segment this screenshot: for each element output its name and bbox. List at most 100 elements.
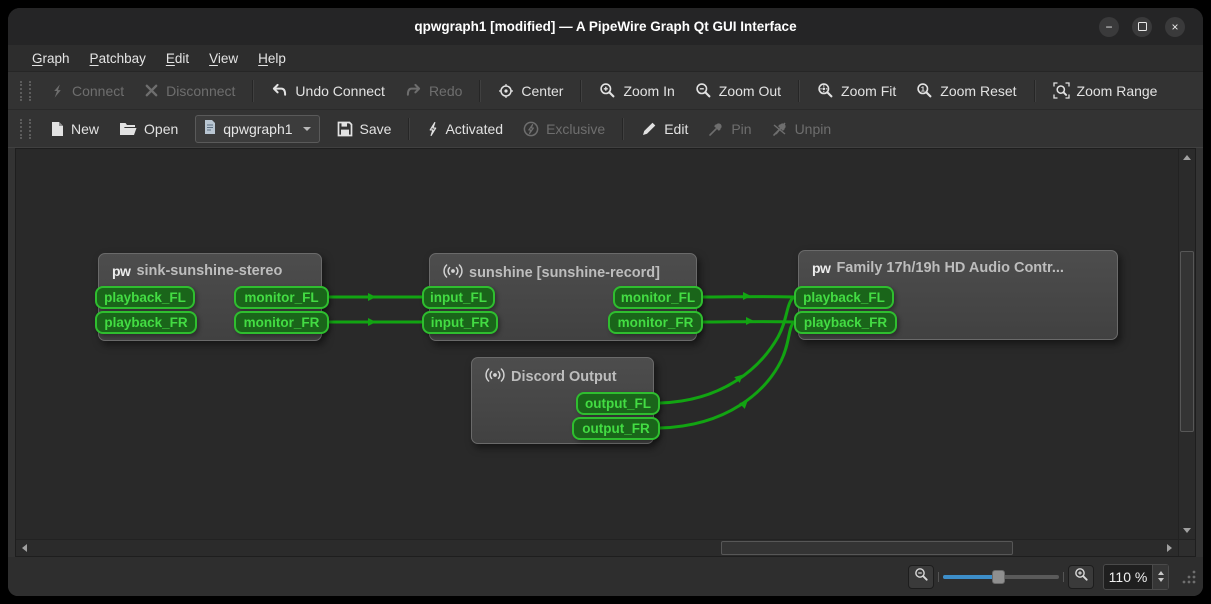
horizontal-scroll-thumb[interactable] bbox=[721, 541, 1013, 555]
close-button[interactable]: × bbox=[1165, 17, 1185, 37]
scroll-right-button[interactable] bbox=[1162, 540, 1178, 556]
menu-graph[interactable]: Graph bbox=[22, 45, 80, 71]
save-button[interactable]: Save bbox=[328, 114, 401, 143]
undo-connect-button[interactable]: Undo Connect bbox=[262, 76, 394, 105]
open-folder-icon bbox=[119, 122, 137, 136]
unpin-button[interactable]: Unpin bbox=[763, 114, 841, 143]
port-monitor-fl[interactable]: monitor_FL bbox=[613, 286, 703, 309]
toolbar-separator bbox=[622, 118, 624, 140]
titlebar[interactable]: qpwgraph1 [modified] — A PipeWire Graph … bbox=[8, 8, 1203, 45]
zoom-reset-button[interactable]: 1 Zoom Reset bbox=[907, 76, 1025, 105]
horizontal-scrollbar[interactable] bbox=[16, 540, 1178, 556]
node-title: sunshine [sunshine-record] bbox=[469, 265, 660, 281]
edge-arrow bbox=[739, 398, 750, 409]
zoom-percent-spinbox[interactable]: 110 % bbox=[1103, 564, 1169, 590]
maximize-button[interactable] bbox=[1132, 17, 1152, 37]
zoom-range-button[interactable]: Zoom Range bbox=[1044, 76, 1167, 105]
stream-icon bbox=[485, 367, 505, 387]
graph-toolbar: Connect Disconnect Undo Connect Redo Cen… bbox=[8, 72, 1203, 110]
port-playback-fl[interactable]: playback_FL bbox=[95, 286, 195, 309]
node-title: sink-sunshine-stereo bbox=[136, 263, 282, 279]
window-resize-grip[interactable] bbox=[1182, 570, 1196, 589]
port-monitor-fr[interactable]: monitor_FR bbox=[234, 311, 329, 334]
spinbox-arrows[interactable] bbox=[1152, 565, 1168, 589]
pin-icon bbox=[708, 121, 724, 137]
svg-text:1: 1 bbox=[921, 84, 925, 93]
toolbar-grip[interactable] bbox=[20, 81, 31, 101]
statusbar-zoom-in-button[interactable] bbox=[1068, 565, 1094, 589]
scrollbar-corner bbox=[1178, 540, 1195, 556]
toolbar-separator bbox=[408, 118, 410, 140]
redo-button[interactable]: Redo bbox=[396, 76, 471, 105]
zoom-slider-handle[interactable] bbox=[992, 570, 1005, 584]
vertical-scroll-thumb[interactable] bbox=[1180, 251, 1194, 432]
exclusive-bolt-icon bbox=[523, 121, 539, 137]
toolbar-separator bbox=[252, 80, 254, 102]
connect-icon bbox=[50, 83, 65, 99]
activated-button[interactable]: Activated bbox=[418, 114, 512, 143]
redo-icon bbox=[405, 83, 422, 98]
scroll-up-button[interactable] bbox=[1179, 149, 1195, 165]
close-icon: × bbox=[1171, 21, 1178, 33]
menu-patchbay[interactable]: Patchbay bbox=[80, 45, 156, 71]
minimize-button[interactable]: − bbox=[1099, 17, 1119, 37]
vertical-scrollbar[interactable] bbox=[1178, 149, 1195, 539]
scroll-down-button[interactable] bbox=[1179, 523, 1195, 539]
edge-arrow bbox=[746, 317, 754, 325]
port-output-fr[interactable]: output_FR bbox=[572, 417, 660, 440]
edge-arrow bbox=[734, 372, 745, 383]
toolbar-grip[interactable] bbox=[20, 119, 31, 139]
toolbar-separator bbox=[798, 80, 800, 102]
statusbar: 110 % bbox=[8, 557, 1203, 596]
edit-pencil-icon bbox=[641, 121, 657, 137]
connect-button[interactable]: Connect bbox=[41, 76, 133, 105]
maximize-icon bbox=[1138, 22, 1147, 31]
new-button[interactable]: New bbox=[41, 114, 108, 143]
connection-edges bbox=[16, 149, 1178, 539]
edge-arrow bbox=[743, 292, 751, 300]
pipewire-icon: pw bbox=[812, 260, 830, 276]
port-monitor-fl[interactable]: monitor_FL bbox=[234, 286, 329, 309]
activated-bolt-icon bbox=[427, 121, 438, 137]
port-monitor-fr[interactable]: monitor_FR bbox=[608, 311, 703, 334]
spin-down-icon bbox=[1158, 578, 1164, 585]
menu-help[interactable]: Help bbox=[248, 45, 296, 71]
port-output-fl[interactable]: output_FL bbox=[576, 392, 660, 415]
port-input-fl[interactable]: input_FL bbox=[422, 286, 495, 309]
node-title: Discord Output bbox=[511, 369, 617, 385]
pin-button[interactable]: Pin bbox=[699, 114, 760, 143]
graph-canvas[interactable]: pw sink-sunshine-stereo sunshine [sunshi… bbox=[16, 149, 1178, 539]
undo-icon bbox=[271, 83, 288, 98]
edge-arrow bbox=[368, 318, 376, 326]
zoom-slider[interactable] bbox=[943, 568, 1059, 586]
statusbar-zoom-out-button[interactable] bbox=[908, 565, 934, 589]
toolbar-separator bbox=[479, 80, 481, 102]
patchbay-combobox[interactable]: qpwgraph1 bbox=[195, 115, 319, 143]
scroll-left-button[interactable] bbox=[16, 540, 32, 556]
zoom-slider-fill bbox=[943, 575, 999, 579]
zoom-fit-icon bbox=[817, 82, 834, 99]
port-playback-fl[interactable]: playback_FL bbox=[794, 286, 894, 309]
disconnect-button[interactable]: Disconnect bbox=[135, 76, 244, 105]
pipewire-icon: pw bbox=[112, 263, 130, 279]
patchbay-file-icon bbox=[204, 120, 216, 137]
zoom-fit-button[interactable]: Zoom Fit bbox=[808, 76, 905, 105]
spin-up-icon bbox=[1158, 568, 1164, 575]
port-input-fr[interactable]: input_FR bbox=[422, 311, 498, 334]
port-playback-fr[interactable]: playback_FR bbox=[95, 311, 197, 334]
open-button[interactable]: Open bbox=[110, 114, 187, 143]
center-icon bbox=[498, 83, 514, 99]
center-button[interactable]: Center bbox=[489, 76, 572, 105]
zoom-out-button[interactable]: Zoom Out bbox=[686, 76, 790, 105]
app-window: qpwgraph1 [modified] — A PipeWire Graph … bbox=[8, 8, 1203, 596]
menu-edit[interactable]: Edit bbox=[156, 45, 199, 71]
stream-icon bbox=[443, 263, 463, 283]
menu-view[interactable]: View bbox=[199, 45, 248, 71]
toolbar-separator bbox=[580, 80, 582, 102]
exclusive-button[interactable]: Exclusive bbox=[514, 114, 614, 143]
node-title: Family 17h/19h HD Audio Contr... bbox=[836, 260, 1063, 276]
port-playback-fr[interactable]: playback_FR bbox=[794, 311, 897, 334]
edit-button[interactable]: Edit bbox=[632, 114, 697, 143]
zoom-in-button[interactable]: Zoom In bbox=[590, 76, 683, 105]
patchbay-toolbar: New Open qpwgraph1 Save Activated Exclus… bbox=[8, 110, 1203, 148]
